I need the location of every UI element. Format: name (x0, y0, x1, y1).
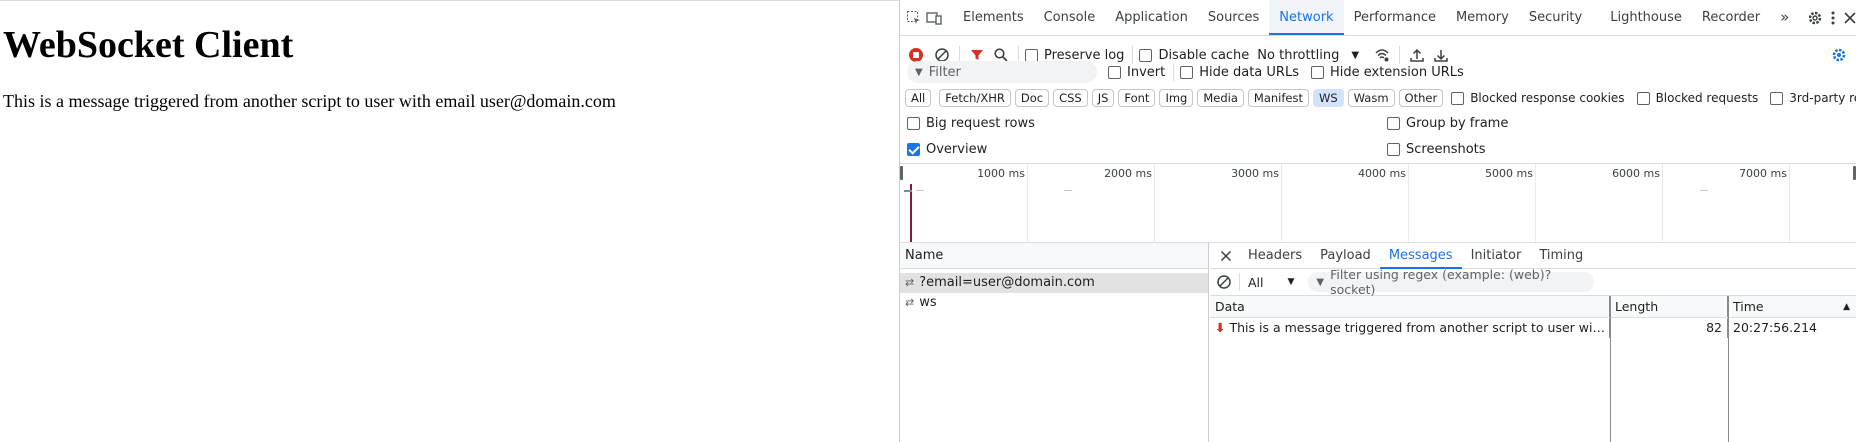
tab-payload[interactable]: Payload (1311, 243, 1380, 269)
close-devtools-icon[interactable] (1843, 7, 1856, 29)
timeline-tick: 3000 ms (1231, 164, 1282, 244)
request-bar (904, 190, 912, 192)
group-by-frame-checkbox[interactable]: Group by frame (1387, 116, 1508, 131)
filter-row: ▼ Filter Invert Hide data URLs Hide exte… (900, 60, 1856, 84)
more-tabs-button[interactable]: » (1770, 0, 1799, 35)
type-other[interactable]: Other (1398, 89, 1444, 107)
close-icon[interactable] (1215, 245, 1237, 267)
inspected-page: WebSocket Client This is a message trigg… (0, 0, 899, 442)
column-divider (1610, 296, 1611, 442)
page-heading: WebSocket Client (3, 24, 294, 66)
type-wasm[interactable]: Wasm (1347, 89, 1395, 107)
third-party-requests-checkbox[interactable]: 3rd-party requests (1770, 91, 1856, 105)
tab-lighthouse[interactable]: Lighthouse (1600, 0, 1692, 35)
options-row-2: Overview Screenshots (900, 138, 1856, 160)
devtools-panel: Elements Console Application Sources Net… (899, 0, 1856, 442)
big-request-rows-checkbox[interactable]: Big request rows (907, 116, 1035, 131)
name-column-header[interactable]: Name (900, 243, 1208, 269)
tab-headers[interactable]: Headers (1239, 243, 1311, 269)
timeline-tick: 1000 ms (977, 164, 1028, 244)
inspect-element-icon[interactable] (906, 7, 922, 29)
websocket-icon: ⇄ (905, 276, 915, 289)
tab-messages[interactable]: Messages (1379, 243, 1462, 269)
tab-security[interactable]: Security (1519, 0, 1592, 35)
requests-list: Name ⇄ ?email=user@domain.com ⇄ ws (900, 243, 1209, 442)
timeline-tick: 6000 ms (1612, 164, 1663, 244)
request-bar (1700, 190, 1708, 191)
type-doc[interactable]: Doc (1014, 89, 1050, 107)
message-row[interactable]: ⬇ This is a message triggered from anothe… (1210, 318, 1856, 338)
invert-checkbox[interactable]: Invert (1108, 65, 1165, 80)
type-fetch-xhr[interactable]: Fetch/XHR (939, 89, 1011, 107)
length-column-header[interactable]: Length (1610, 296, 1728, 317)
column-divider (1728, 296, 1729, 442)
type-css[interactable]: CSS (1053, 89, 1088, 107)
page-message: This is a message triggered from another… (3, 91, 616, 111)
filter-funnel-icon: ▼ (1316, 276, 1325, 288)
devtools-tabbar: Elements Console Application Sources Net… (900, 0, 1856, 36)
request-bar (916, 190, 924, 191)
request-detail-pane: Headers Payload Messages Initiator Timin… (1210, 243, 1856, 442)
tab-elements[interactable]: Elements (953, 0, 1034, 35)
tab-application[interactable]: Application (1105, 0, 1198, 35)
device-toolbar-icon[interactable] (926, 7, 942, 29)
tab-performance[interactable]: Performance (1344, 0, 1446, 35)
data-column-header[interactable]: Data (1210, 296, 1610, 317)
time-column-header[interactable]: Time ▲ (1728, 296, 1856, 317)
requests-area: Name ⇄ ?email=user@domain.com ⇄ ws Heade… (900, 243, 1856, 442)
messages-toolbar: All ▼ ▼ Filter using regex (example: (we… (1210, 267, 1856, 297)
clear-messages-icon[interactable] (1213, 271, 1235, 293)
request-row[interactable]: ⇄ ?email=user@domain.com (900, 273, 1208, 293)
type-media[interactable]: Media (1197, 89, 1244, 107)
timeline-overview[interactable]: 1000 ms 2000 ms 3000 ms 4000 ms 5000 ms … (900, 163, 1856, 244)
type-img[interactable]: Img (1159, 89, 1194, 107)
type-js[interactable]: JS (1091, 89, 1115, 107)
type-manifest[interactable]: Manifest (1247, 89, 1309, 107)
request-bar (1064, 190, 1072, 191)
filter-funnel-icon: ▼ (915, 66, 923, 78)
timeline-tick: 4000 ms (1358, 164, 1409, 244)
chevron-down-icon: ▼ (1351, 49, 1360, 61)
dom-content-loaded-marker (910, 184, 912, 242)
tab-sources[interactable]: Sources (1198, 0, 1269, 35)
message-time: 20:27:56.214 (1733, 320, 1817, 335)
regex-filter-input[interactable]: ▼ Filter using regex (example: (web)?soc… (1308, 267, 1595, 297)
blocked-response-cookies-checkbox[interactable]: Blocked response cookies (1451, 91, 1625, 105)
tab-network[interactable]: Network (1269, 0, 1344, 35)
blocked-requests-checkbox[interactable]: Blocked requests (1636, 91, 1758, 105)
filter-input[interactable]: ▼ Filter (907, 61, 1097, 83)
timeline-tick: 2000 ms (1104, 164, 1155, 244)
type-all[interactable]: All (905, 89, 932, 107)
type-ws[interactable]: WS (1312, 89, 1344, 107)
messages-table: Data Length Time ▲ ⬇ This is a message tr… (1210, 296, 1856, 442)
websocket-icon: ⇄ (905, 296, 915, 309)
tab-console[interactable]: Console (1034, 0, 1106, 35)
messages-table-header: Data Length Time ▲ (1210, 296, 1856, 318)
tab-recorder[interactable]: Recorder (1692, 0, 1770, 35)
options-row-1: Big request rows Group by frame (900, 112, 1856, 134)
hide-data-urls-checkbox[interactable]: Hide data URLs (1180, 65, 1299, 80)
timeline-tick: 7000 ms (1739, 164, 1790, 244)
overview-checkbox[interactable]: Overview (907, 142, 987, 157)
tab-memory[interactable]: Memory (1446, 0, 1519, 35)
sort-ascending-icon: ▲ (1843, 302, 1850, 312)
detail-tabbar: Headers Payload Messages Initiator Timin… (1210, 243, 1856, 269)
kebab-menu-icon[interactable] (1825, 7, 1841, 29)
hide-extension-urls-checkbox[interactable]: Hide extension URLs (1310, 65, 1464, 80)
message-length: 82 (1610, 318, 1728, 338)
message-type-select[interactable]: All ▼ (1248, 275, 1294, 290)
resource-type-filters: All Fetch/XHR Doc CSS JS Font Img Media … (900, 86, 1856, 110)
timeline-tick: 5000 ms (1485, 164, 1536, 244)
timeline-left-handle[interactable] (900, 166, 903, 180)
type-font[interactable]: Font (1118, 89, 1156, 107)
tab-initiator[interactable]: Initiator (1462, 243, 1531, 269)
screenshots-checkbox[interactable]: Screenshots (1387, 142, 1486, 157)
chevron-down-icon: ▼ (1287, 277, 1295, 287)
request-row[interactable]: ⇄ ws (900, 293, 1208, 313)
received-arrow-icon: ⬇ (1215, 320, 1226, 335)
settings-gear-icon[interactable] (1807, 7, 1823, 29)
tab-timing[interactable]: Timing (1530, 243, 1592, 269)
